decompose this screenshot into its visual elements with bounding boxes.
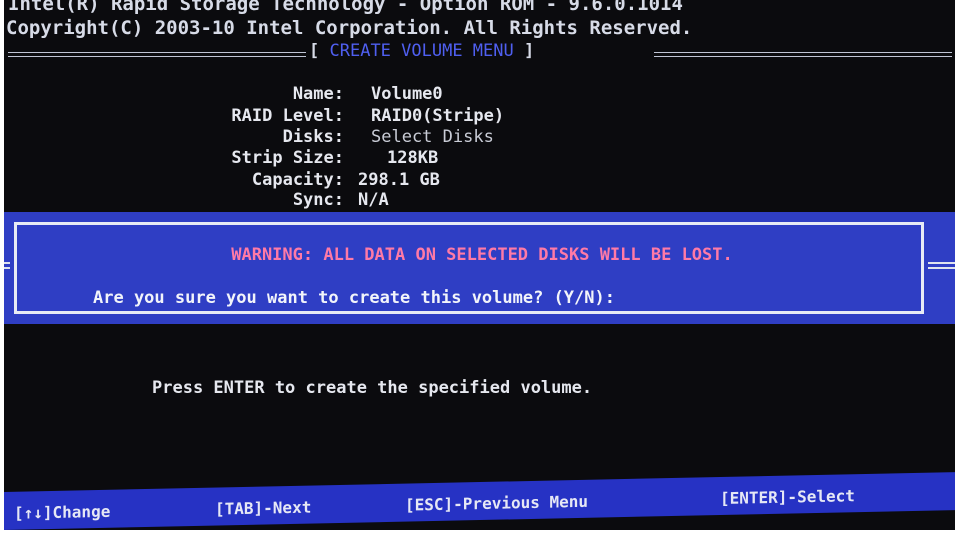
key-hint-select: [ENTER]-Select [720,486,855,509]
field-disks-row[interactable]: Disks: Select Disks [4,127,955,149]
confirm-prompt[interactable]: Are you sure you want to create this vol… [93,288,615,308]
field-value-name[interactable]: Volume0 [371,84,443,104]
field-label: Disks: [282,127,344,147]
menu-title-text: CREATE VOLUME MENU [329,41,514,61]
bracket-open: [ [309,41,320,61]
field-value-sync[interactable]: N/A [358,190,389,210]
field-sync-row[interactable]: Sync: N/A [4,190,955,212]
warning-text: WARNING: ALL DATA ON SELECTED DISKS WILL… [231,245,733,265]
field-value-raid-level[interactable]: RAID0(Stripe) [371,106,504,126]
dialog-rule-left [4,262,10,269]
key-hint-previous: [ESC]-Previous Menu [405,491,589,515]
bios-screen: Intel(R) Rapid Storage Technology - Opti… [4,0,955,530]
key-hint-change: [↑↓]Change [14,501,111,523]
copyright-line: Copyright(C) 2003-10 Intel Corporation. … [6,17,692,39]
field-value-capacity[interactable]: 298.1 GB [358,170,440,190]
dialog-rule-right [928,262,955,269]
copyright-text: Copyright(C) 2003-10 Intel Corporation. [6,17,453,39]
key-hint-next: [TAB]-Next [215,497,312,519]
field-label: Strip Size: [231,148,344,168]
confirm-dialog: WARNING: ALL DATA ON SELECTED DISKS WILL… [4,212,955,324]
bracket-close: ] [523,41,535,61]
field-value-disks[interactable]: Select Disks [371,127,494,147]
rom-title: Intel(R) Rapid Storage Technology - Opti… [8,0,683,15]
menu-title: [ CREATE VOLUME MENU ] [309,41,534,61]
title-rule-right [654,52,952,57]
field-label: Capacity: [251,170,344,190]
field-raid-level-row[interactable]: RAID Level: RAID0(Stripe) [4,106,955,128]
dialog-frame: WARNING: ALL DATA ON SELECTED DISKS WILL… [14,222,924,314]
field-name-row[interactable]: Name: Volume0 [4,84,955,106]
field-label: RAID Level: [231,106,344,126]
field-strip-size-row[interactable]: Strip Size: 128KB [4,148,955,170]
rights-text: All Rights Reserved. [463,17,693,39]
key-help-bar: [↑↓]Change [TAB]-Next [ESC]-Previous Men… [4,472,955,530]
field-capacity-row[interactable]: Capacity: 298.1 GB [4,170,955,192]
field-label: Sync: [292,190,344,210]
menu-title-bar: [ CREATE VOLUME MENU ] [4,40,955,66]
title-rule-left [8,52,306,57]
field-label: Name: [292,84,344,104]
help-message: Press ENTER to create the specified volu… [152,378,593,398]
field-value-strip-size[interactable]: 128KB [387,148,438,168]
